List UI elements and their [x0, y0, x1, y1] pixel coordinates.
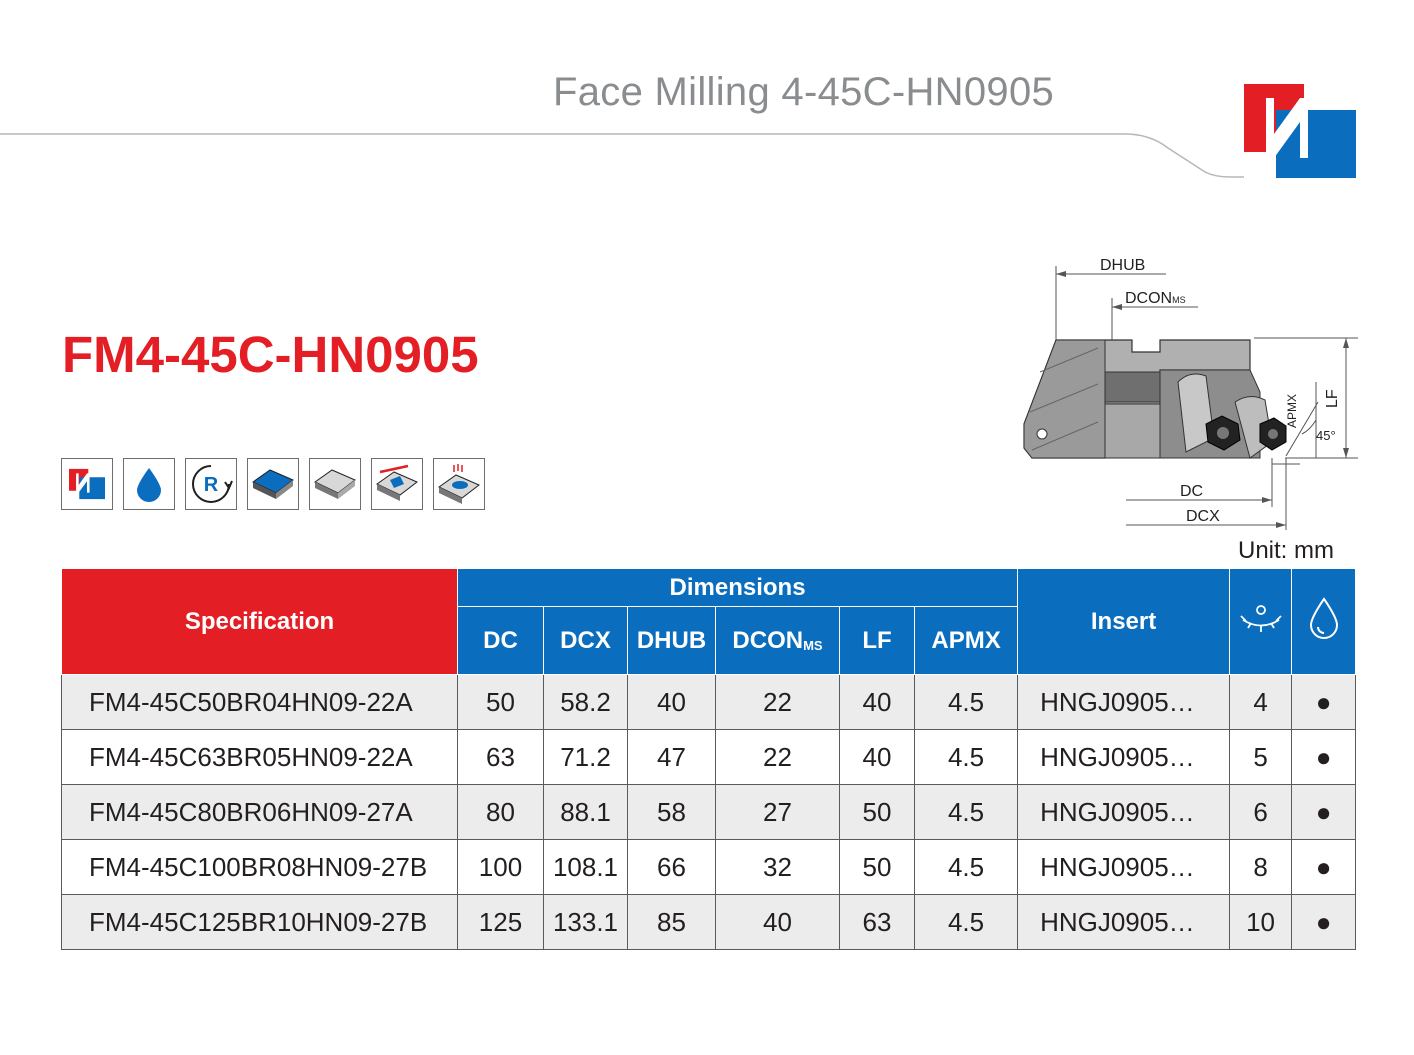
header-lf: LF [839, 606, 915, 675]
dhub-label: DHUB [1100, 257, 1145, 274]
header-dcon: DCONMS [715, 606, 840, 675]
cell-dc: 125 [457, 894, 544, 950]
cell-coolant: ● [1291, 729, 1357, 785]
cell-teeth: 6 [1229, 784, 1293, 840]
table-row: FM4-45C63BR05HN09-22A 63 71.2 47 22 40 4… [61, 729, 1357, 785]
cell-dcx: 71.2 [543, 729, 628, 785]
cell-dc: 63 [457, 729, 544, 785]
cell-dc: 80 [457, 784, 544, 840]
angle-label: 45° [1316, 428, 1336, 443]
apmx-label: APMX [1285, 394, 1299, 428]
cell-dcon: 22 [715, 729, 840, 785]
dcon-label: DCON [1125, 290, 1172, 307]
cell-dhub: 47 [627, 729, 716, 785]
cell-apmx: 4.5 [913, 674, 1019, 730]
cell-dhub: 40 [627, 674, 716, 730]
cell-dcon: 27 [715, 784, 840, 840]
header-dcon-sub: MS [803, 637, 823, 653]
cell-teeth: 5 [1229, 729, 1293, 785]
cell-apmx: 4.5 [913, 839, 1019, 895]
cell-lf: 40 [839, 729, 915, 785]
cell-dcx: 133.1 [543, 894, 628, 950]
header-specification: Specification [61, 568, 458, 675]
cell-dcon: 32 [715, 839, 840, 895]
insert-angle-icon [371, 458, 423, 510]
header-insert: Insert [1017, 568, 1231, 675]
coolant-drop-icon [123, 458, 175, 510]
cell-spec: FM4-45C100BR08HN09-27B [61, 839, 458, 895]
header-dhub: DHUB [627, 606, 716, 675]
dcon-sub-label: MS [1172, 295, 1186, 305]
table-row: FM4-45C100BR08HN09-27B 100 108.1 66 32 5… [61, 839, 1357, 895]
dcx-label: DCX [1186, 508, 1220, 525]
cell-dhub: 85 [627, 894, 716, 950]
cell-dhub: 66 [627, 839, 716, 895]
insert-gray-icon [309, 458, 361, 510]
cell-dhub: 58 [627, 784, 716, 840]
cell-lf: 63 [839, 894, 915, 950]
insert-coolant-icon [433, 458, 485, 510]
header-apmx: APMX [913, 606, 1019, 675]
cell-insert[interactable]: HNGJ0905… [1017, 784, 1231, 840]
cell-dcx: 88.1 [543, 784, 628, 840]
header-coolant [1291, 568, 1357, 675]
svg-text:DCONMS: DCONMS [1125, 290, 1186, 307]
cell-coolant: ● [1291, 674, 1357, 730]
cell-apmx: 4.5 [913, 894, 1019, 950]
cell-teeth: 10 [1229, 894, 1293, 950]
dc-label: DC [1180, 483, 1203, 500]
cell-spec: FM4-45C80BR06HN09-27A [61, 784, 458, 840]
feature-icon-row: R [61, 458, 485, 510]
unit-label: Unit: mm [1238, 537, 1334, 564]
cell-dcon: 22 [715, 674, 840, 730]
cutter-dimension-drawing: DHUB DCONMS LF APMX 45° DC DCX [1023, 257, 1358, 530]
header-dimensions: Dimensions [456, 568, 1019, 607]
cell-apmx: 4.5 [913, 729, 1019, 785]
cell-spec: FM4-45C50BR04HN09-22A [61, 674, 458, 730]
cell-spec: FM4-45C63BR05HN09-22A [61, 729, 458, 785]
cell-insert[interactable]: HNGJ0905… [1017, 674, 1231, 730]
table-row: FM4-45C80BR06HN09-27A 80 88.1 58 27 50 4… [61, 784, 1357, 840]
header-dcx: DCX [543, 606, 628, 675]
cell-teeth: 8 [1229, 839, 1293, 895]
svg-text:R: R [204, 474, 219, 496]
insert-blue-icon [247, 458, 299, 510]
table-row: FM4-45C50BR04HN09-22A 50 58.2 40 22 40 4… [61, 674, 1357, 730]
cell-lf: 50 [839, 839, 915, 895]
cell-insert[interactable]: HNGJ0905… [1017, 839, 1231, 895]
cell-dcon: 40 [715, 894, 840, 950]
cell-insert[interactable]: HNGJ0905… [1017, 894, 1231, 950]
cell-coolant: ● [1291, 839, 1357, 895]
cell-dc: 100 [457, 839, 544, 895]
cell-dcx: 58.2 [543, 674, 628, 730]
specification-table: Specification Dimensions Insert DC DCX D… [61, 568, 1357, 950]
cell-spec: FM4-45C125BR10HN09-27B [61, 894, 458, 950]
cell-coolant: ● [1291, 784, 1357, 840]
table-row: FM4-45C125BR10HN09-27B 125 133.1 85 40 6… [61, 894, 1357, 950]
cell-apmx: 4.5 [913, 784, 1019, 840]
cell-teeth: 4 [1229, 674, 1293, 730]
cell-lf: 40 [839, 674, 915, 730]
lf-label: LF [1324, 389, 1341, 408]
product-title: FM4-45C-HN0905 [62, 326, 479, 383]
teeth-count-icon [1239, 605, 1282, 632]
cell-coolant: ● [1291, 894, 1357, 950]
header-teeth [1229, 568, 1293, 675]
header-dc: DC [457, 606, 544, 675]
page-header-title: Face Milling 4-45C-HN0905 [553, 70, 1055, 114]
cell-insert[interactable]: HNGJ0905… [1017, 729, 1231, 785]
cell-dcx: 108.1 [543, 839, 628, 895]
brand-logo-icon [61, 458, 113, 510]
coolant-drop-header-icon [1309, 597, 1338, 639]
brand-logo [1244, 84, 1356, 178]
header-dcon-label: DCON [732, 626, 804, 654]
rotation-r-icon: R [185, 458, 237, 510]
cell-dc: 50 [457, 674, 544, 730]
cell-lf: 50 [839, 784, 915, 840]
